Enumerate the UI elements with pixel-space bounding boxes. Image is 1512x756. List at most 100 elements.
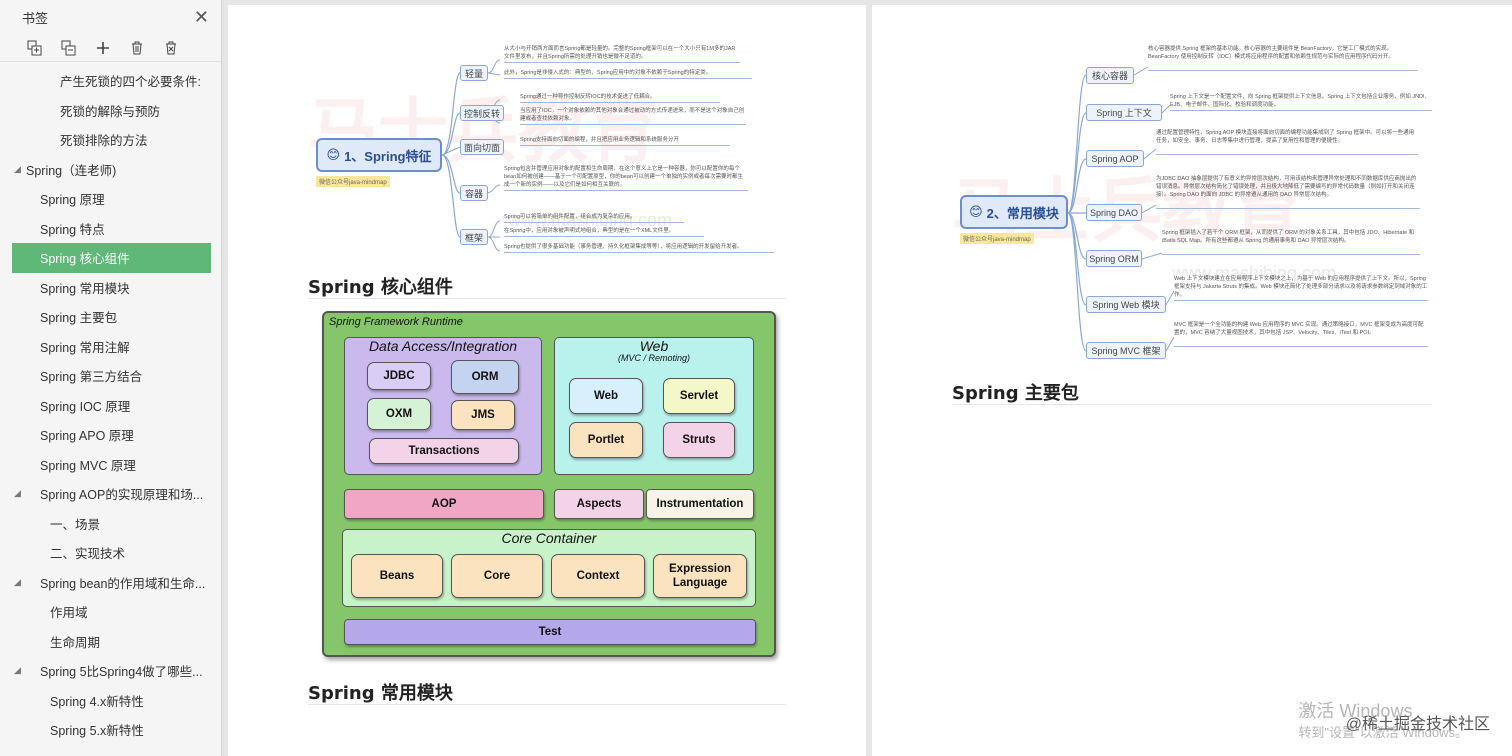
mindmap-tag: 微信公众号java-mindmap [316, 176, 390, 187]
mindmap-root: 😊 2、常用模块 [960, 195, 1068, 229]
mindmap-connectors [441, 59, 501, 252]
portlet-block: Portlet [569, 422, 643, 458]
bookmark-item[interactable]: 死锁排除的方法 [0, 125, 221, 155]
context-block: Context [551, 554, 645, 598]
expand-arrow-icon[interactable]: ◢ [14, 488, 26, 499]
mindmap-branch: 轻量 [460, 65, 488, 81]
mindmap-spring-features: 😊 1、Spring特征 微信公众号java-mindmap 轻量 控制反转 面向… [228, 5, 866, 265]
mindmap-common-modules: 😊 2、常用模块 微信公众号java-mindmap 核心容器 Spring 上下… [872, 5, 1512, 375]
orm-block: ORM [451, 360, 519, 394]
bookmark-item[interactable]: ◢ Spring 5比Spring4做了哪些... [0, 656, 221, 686]
bookmark-item-active[interactable]: Spring 核心组件 [12, 243, 211, 273]
document-page-right: 马士兵教育 www.mashibing.com 😊 2、常用模块 微信公众号jav… [872, 5, 1512, 756]
aop-block: AOP [344, 489, 544, 519]
mindmap-desc: Spring也提供了很多基础功能（事务管理、持久化框架集成等等），将应用逻辑的开… [504, 243, 774, 253]
oxm-block: OXM [367, 398, 431, 430]
mindmap-desc: Spring支持面向切面的编程，并且把应用业务逻辑和系统服务分开 [520, 136, 730, 146]
beans-block: Beans [351, 554, 443, 598]
bookmark-item[interactable]: Spring APO 原理 [0, 420, 221, 450]
bookmark-item-partial [0, 52, 221, 66]
mindmap-desc: 通过配置管理特性，Spring AOP 模块直接将面向切面的编程功能集成到了 S… [1156, 129, 1418, 155]
close-icon[interactable]: ✕ [194, 8, 209, 26]
sidebar-header: 书签 ✕ [0, 0, 221, 34]
bookmark-item[interactable]: Spring 原理 [0, 184, 221, 214]
aspects-block: Aspects [554, 489, 644, 519]
bookmark-item[interactable]: 作用域 [0, 597, 221, 627]
bookmark-item[interactable]: Spring MVC 原理 [0, 450, 221, 480]
mindmap-tag: 微信公众号java-mindmap [960, 233, 1034, 244]
mindmap-branch: Spring DAO [1086, 204, 1142, 221]
windows-activation-watermark: 激活 Windows 转到"设置"以激活 Windows。 [1298, 700, 1468, 744]
servlet-block: Servlet [663, 378, 735, 414]
web-block: Web [569, 378, 643, 414]
sidebar-title: 书签 [22, 10, 49, 26]
mindmap-branch: Spring MVC 框架 [1086, 342, 1166, 359]
windows-activation-line1: 激活 Windows [1298, 701, 1413, 721]
instrumentation-block: Instrumentation [646, 489, 754, 519]
mindmap-branch: 控制反转 [460, 105, 504, 121]
struts-block: Struts [663, 422, 735, 458]
core-block: Core [451, 554, 543, 598]
data-access-box: Data Access/Integration JDBC ORM OXM JMS… [344, 337, 542, 475]
mindmap-branch: Spring 上下文 [1086, 104, 1162, 121]
bookmark-item[interactable]: Spring IOC 原理 [0, 391, 221, 421]
bookmark-item[interactable]: 一、场景 [0, 509, 221, 539]
jdbc-block: JDBC [367, 362, 431, 390]
bookmark-item[interactable]: Spring 主要包 [0, 302, 221, 332]
bookmark-item[interactable]: 生命周期 [0, 627, 221, 657]
web-subtitle: (MVC / Remoting) [617, 353, 690, 363]
bookmark-item-spring[interactable]: ◢ Spring（连老师) [0, 155, 221, 185]
mindmap-desc: Spring 框架插入了若干个 ORM 框架，从而提供了 ORM 的对象关系工具… [1162, 229, 1420, 255]
bookmark-item[interactable]: ◢ Spring AOP的实现原理和场... [0, 479, 221, 509]
runtime-title: Spring Framework Runtime [329, 316, 463, 328]
mindmap-branch: 容器 [460, 185, 488, 201]
section-title-modules: Spring 常用模块 [308, 683, 453, 704]
section-divider [308, 704, 786, 705]
mindmap-branch: 核心容器 [1086, 67, 1134, 84]
expand-arrow-icon[interactable]: ◢ [14, 665, 26, 676]
data-access-title: Data Access/Integration [368, 338, 518, 354]
bookmark-item[interactable]: Spring 常用模块 [0, 273, 221, 303]
mindmap-desc: 在Spring中，应用对象被声明式地组合，典型的是在一个XML文件里。 [504, 227, 704, 237]
emoji-icon: 😊 [326, 147, 341, 162]
web-title: Web [639, 338, 669, 354]
mindmap-desc: 从大小与开销两方面而言Spring都是轻量的。完整的Spring框架可以在一个大… [504, 45, 740, 63]
mindmap-desc: 此外，Spring是非侵入式的：典型的，Spring应用中的对象不依赖于Spri… [504, 69, 752, 79]
mindmap-branch: Spring ORM [1086, 250, 1142, 267]
mindmap-desc: MVC 框架是一个全功能的构建 Web 应用程序的 MVC 实现。通过策略接口，… [1174, 321, 1428, 347]
bookmark-item[interactable]: ◢ Spring bean的作用域和生命... [0, 568, 221, 598]
section-divider [952, 404, 1432, 405]
section-title-core: Spring 核心组件 [308, 277, 453, 298]
spring-runtime-diagram: Spring Framework Runtime Data Access/Int… [322, 311, 776, 657]
mindmap-branch: Spring AOP [1086, 150, 1144, 167]
mindmap-desc: 当应用了IOC，一个对象依赖的其他对象会通过被动的方式传递进来，而不是这个对象自… [520, 107, 746, 125]
bookmark-item[interactable]: Spring 特点 [0, 214, 221, 244]
jms-block: JMS [451, 400, 515, 430]
expression-language-block: Expression Language [653, 554, 747, 598]
bookmark-item[interactable]: Spring 4.x新特性 [0, 686, 221, 716]
mindmap-branch: Spring Web 模块 [1086, 296, 1166, 313]
bookmark-item[interactable]: Spring 5.x新特性 [0, 715, 221, 745]
core-container-box: Core Container Beans Core Context Expres… [342, 529, 756, 607]
transactions-block: Transactions [369, 438, 519, 464]
mindmap-desc: 为JDBC DAO 抽象层提供了有意义的异常层次结构，可用该结构来管理异常处理和… [1156, 175, 1420, 209]
mindmap-branch: 面向切面 [460, 139, 504, 155]
mindmap-desc: 核心容器提供 Spring 框架的基本功能。核心容器的主要组件是 BeanFac… [1148, 45, 1418, 71]
mindmap-desc: Spring 上下文是一个配置文件，向 Spring 框架提供上下文信息。Spr… [1170, 93, 1432, 111]
core-container-title: Core Container [501, 530, 597, 546]
bookmark-item[interactable]: Spring 第三方结合 [0, 361, 221, 391]
emoji-icon: 😊 [969, 204, 983, 219]
bookmark-item[interactable]: 二、实现技术 [0, 538, 221, 568]
section-title-packages: Spring 主要包 [952, 383, 1079, 404]
bookmark-item[interactable]: Spring 常用注解 [0, 332, 221, 362]
bookmark-item[interactable]: 产生死锁的四个必要条件: [0, 66, 221, 96]
expand-arrow-icon[interactable]: ◢ [14, 164, 26, 175]
test-block: Test [344, 619, 756, 645]
expand-arrow-icon[interactable]: ◢ [14, 577, 26, 588]
bookmark-item[interactable]: 死锁的解除与预防 [0, 96, 221, 126]
web-box: Web (MVC / Remoting) Web Servlet Portlet… [554, 337, 754, 475]
document-page-left: 马士兵教育 www.mashibing.com 😊 1、Spring特征 微信公众… [228, 5, 866, 756]
mindmap-desc: Web 上下文模块建立在应用程序上下文模块之上，为基于 Web 的应用程序提供了… [1174, 275, 1428, 301]
section-divider [308, 298, 786, 299]
mindmap-desc: Spring包含并管理应用对象的配置和生命周期，在这个意义上它是一种容器，你可以… [504, 165, 748, 191]
